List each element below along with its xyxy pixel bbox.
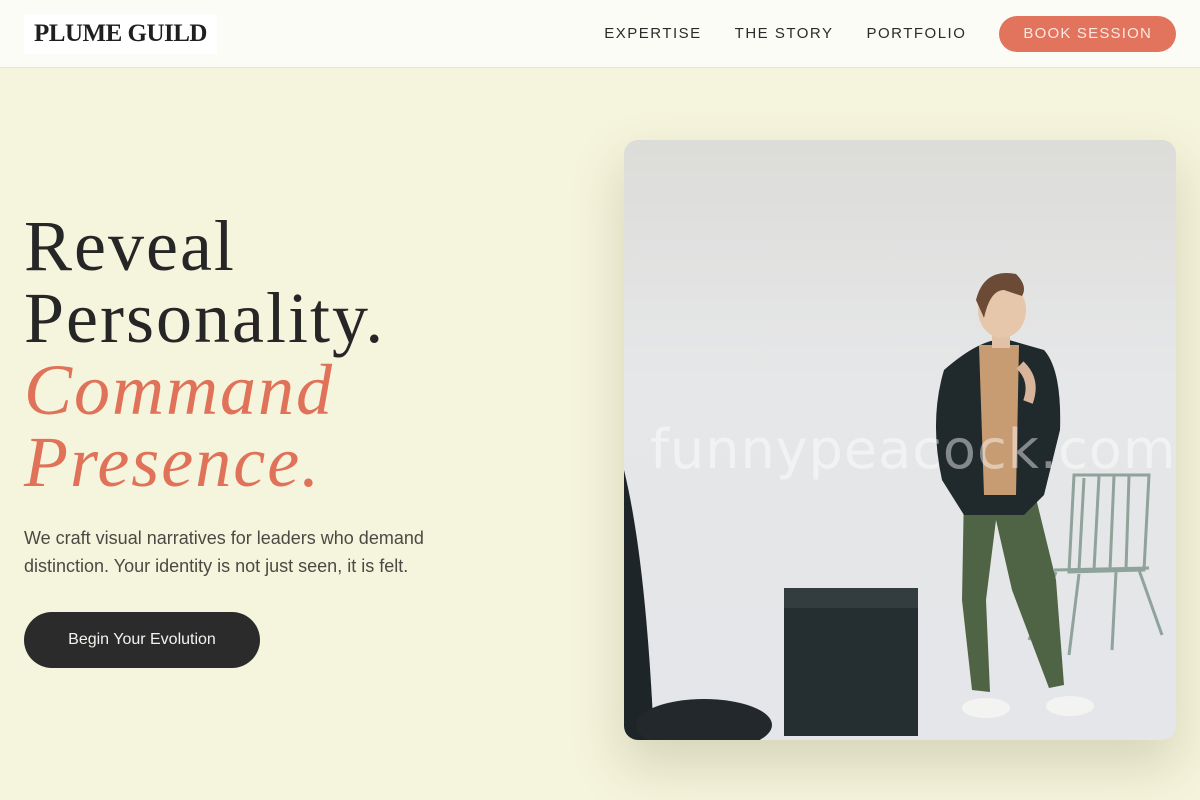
foreground-blur	[624, 470, 654, 740]
hero-title-line-1: Reveal	[24, 206, 236, 286]
photo-watermark: funnypeacock.com	[650, 418, 1176, 481]
hero-photo: funnypeacock.com	[624, 140, 1176, 740]
hero-subtitle: We craft visual narratives for leaders w…	[24, 528, 424, 576]
main-nav: EXPERTISE THE STORY PORTFOLIO BOOK SESSI…	[604, 15, 1176, 52]
site-header: PLUME GUILD EXPERTISE THE STORY PORTFOLI…	[0, 0, 1200, 68]
hero-title: Reveal Personality. Command Presence.	[24, 210, 385, 498]
hero-title-accent-line-1: Command	[24, 350, 335, 430]
nav-link-expertise[interactable]: EXPERTISE	[604, 25, 701, 42]
hero-title-line-2: Personality.	[24, 278, 386, 358]
brand-logo[interactable]: PLUME GUILD	[24, 13, 217, 54]
black-cube	[784, 588, 918, 736]
book-session-button[interactable]: BOOK SESSION	[999, 15, 1176, 52]
nav-link-portfolio[interactable]: PORTFOLIO	[866, 25, 966, 42]
hero-title-accent-line-2: Presence.	[24, 422, 322, 502]
begin-evolution-button[interactable]: Begin Your Evolution	[24, 612, 260, 668]
nav-link-the-story[interactable]: THE STORY	[735, 25, 834, 42]
